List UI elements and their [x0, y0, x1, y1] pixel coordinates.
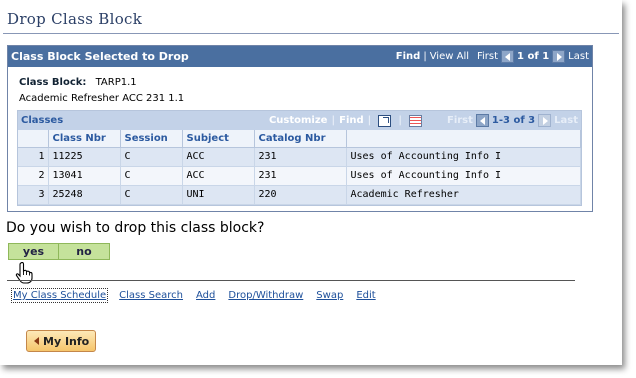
- class-title-cell: Academic Refresher: [346, 185, 581, 205]
- zoom-view-icon[interactable]: [378, 114, 392, 127]
- download-grid-icon[interactable]: [408, 114, 422, 127]
- table-row: 3 25248 C UNI 220 Academic Refresher: [18, 185, 581, 205]
- class-nbr-cell: 11225: [48, 147, 121, 167]
- class-search-link[interactable]: Class Search: [119, 290, 183, 301]
- block-code: TARP1.1: [95, 77, 137, 88]
- column-header-catalog-nbr[interactable]: Catalog Nbr: [254, 130, 347, 148]
- panel-view-all-link[interactable]: View All: [430, 51, 469, 62]
- panel-title: Class Block Selected to Drop: [11, 50, 189, 63]
- my-class-schedule-link[interactable]: My Class Schedule: [10, 288, 109, 303]
- separator: |: [331, 115, 336, 126]
- column-header-class-nbr[interactable]: Class Nbr: [48, 130, 121, 148]
- session-cell: C: [120, 166, 183, 186]
- classes-first-link[interactable]: First: [447, 115, 473, 126]
- page-title: Drop Class Block: [7, 10, 143, 28]
- column-header-title: [346, 130, 581, 148]
- my-info-label: My Info: [43, 334, 90, 348]
- catalog-cell: 231: [254, 147, 347, 167]
- previous-arrow-icon[interactable]: [475, 114, 489, 127]
- class-nbr-cell: 13041: [48, 166, 121, 186]
- edit-link[interactable]: Edit: [356, 290, 375, 301]
- back-arrow-icon: [34, 337, 39, 345]
- row-number: 1: [18, 147, 49, 167]
- table-row: 2 13041 C ACC 231 Uses of Accounting Inf…: [18, 166, 581, 186]
- class-title-cell: Uses of Accounting Info I: [346, 147, 581, 167]
- section-divider: [7, 280, 575, 281]
- catalog-cell: 220: [254, 185, 347, 205]
- classes-grid-header: Classes Customize | Find | | First 1-3 o…: [18, 111, 581, 130]
- panel-range: 1 of 1: [517, 51, 550, 62]
- classes-last-link[interactable]: Last: [554, 115, 578, 126]
- title-divider: [3, 33, 619, 34]
- panel-first-link[interactable]: First: [477, 51, 498, 62]
- block-label: Class Block:: [19, 77, 87, 88]
- panel-navigation: Find | View All First 1 of 1 Last: [396, 50, 589, 63]
- row-number: 2: [18, 166, 49, 186]
- separator: |: [398, 115, 402, 126]
- yes-button[interactable]: yes: [8, 243, 59, 260]
- my-info-button[interactable]: My Info: [26, 330, 96, 352]
- footer-links: My Class Schedule Class Search Add Drop/…: [10, 288, 389, 303]
- classes-table: Class Nbr Session Subject Catalog Nbr 1 …: [18, 130, 581, 205]
- row-number: 3: [18, 185, 49, 205]
- column-header-session[interactable]: Session: [120, 130, 183, 148]
- next-arrow-icon[interactable]: [552, 50, 566, 63]
- separator: |: [367, 115, 372, 126]
- panel-last-link[interactable]: Last: [568, 51, 589, 62]
- panel-header: Class Block Selected to Drop Find | View…: [8, 46, 592, 67]
- class-title-cell: Uses of Accounting Info I: [346, 166, 581, 186]
- class-block-panel: Class Block Selected to Drop Find | View…: [7, 45, 593, 212]
- classes-title: Classes: [21, 115, 64, 126]
- classes-range: 1-3 of 3: [491, 115, 536, 126]
- next-arrow-icon[interactable]: [538, 114, 552, 127]
- add-link[interactable]: Add: [196, 290, 215, 301]
- previous-arrow-icon[interactable]: [501, 50, 515, 63]
- subject-cell: ACC: [182, 166, 255, 186]
- session-cell: C: [120, 185, 183, 205]
- confirmation-buttons: yes no: [8, 243, 110, 260]
- customize-link[interactable]: Customize: [269, 115, 328, 126]
- table-row: 1 11225 C ACC 231 Uses of Accounting Inf…: [18, 147, 581, 167]
- window-frame: Drop Class Block Class Block Selected to…: [0, 0, 622, 365]
- subject-cell: UNI: [182, 185, 255, 205]
- classes-grid: Classes Customize | Find | | First 1-3 o…: [17, 110, 582, 206]
- no-button[interactable]: no: [59, 243, 110, 260]
- subject-cell: ACC: [182, 147, 255, 167]
- session-cell: C: [120, 147, 183, 167]
- class-nbr-cell: 25248: [48, 185, 121, 205]
- drop-confirmation-question: Do you wish to drop this class block?: [6, 220, 265, 236]
- column-header-subject[interactable]: Subject: [182, 130, 255, 148]
- block-info: Class Block: TARP1.1 Academic Refresher …: [8, 67, 592, 104]
- drop-withdraw-link[interactable]: Drop/Withdraw: [228, 290, 303, 301]
- swap-link[interactable]: Swap: [316, 290, 343, 301]
- separator: |: [423, 51, 427, 62]
- block-description: Academic Refresher ACC 231 1.1: [19, 93, 185, 104]
- panel-find-link[interactable]: Find: [396, 51, 421, 62]
- catalog-cell: 231: [254, 166, 347, 186]
- classes-navigation: Customize | Find | | First 1-3 of 3 Last: [269, 114, 578, 127]
- classes-find-link[interactable]: Find: [339, 115, 364, 126]
